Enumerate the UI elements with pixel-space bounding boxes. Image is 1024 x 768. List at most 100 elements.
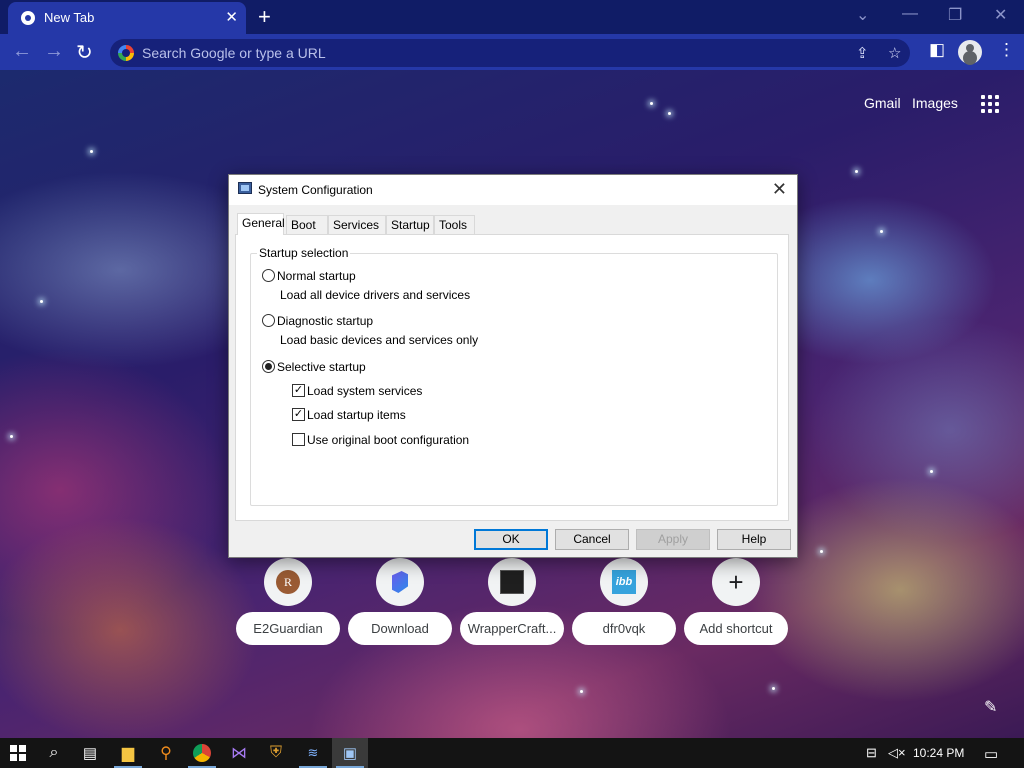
shortcut-e2guardian[interactable]: R E2Guardian [236,556,340,648]
shortcut-label: WrapperCraft... [460,612,564,645]
chrome-taskbar-icon[interactable] [184,738,220,768]
search-icon[interactable]: ⌕ [36,738,72,768]
gmail-link[interactable]: Gmail [864,95,901,111]
star [668,112,671,115]
close-tab-icon[interactable]: ✕ [225,8,238,26]
shortcut-icon-container: ibb [600,558,648,606]
load-startup-items-label[interactable]: Load startup items [307,408,406,422]
help-button[interactable]: Help [717,529,791,550]
google-apps-icon[interactable] [981,95,999,113]
bookmark-star-icon[interactable]: ☆ [888,44,901,62]
volume-muted-icon[interactable]: ◁× [888,745,906,761]
google-icon [118,45,134,61]
images-link[interactable]: Images [912,95,958,111]
load-system-services-checkbox[interactable]: ✓ [292,384,305,397]
side-panel-icon[interactable]: ◧ [929,40,945,60]
chrome-icon [193,744,211,762]
star [880,230,883,233]
shortcut-label: dfr0vqk [572,612,676,645]
selective-startup-label[interactable]: Selective startup [277,360,366,374]
omnibox[interactable]: ⇪ ☆ [110,39,910,67]
omnibox-input[interactable] [142,42,842,64]
shortcut-label: E2Guardian [236,612,340,645]
app-terminal-icon[interactable]: ≋ [295,738,331,768]
share-icon[interactable]: ⇪ [856,44,869,62]
tab-strip: New Tab ✕ + ⌄ — ❐ ✕ [0,0,1024,34]
tab-services[interactable]: Services [328,215,386,234]
shortcut-wrappercraft[interactable]: WrapperCraft... [460,556,564,648]
apply-button[interactable]: Apply [636,529,710,550]
app-shield-icon[interactable]: ⛨ [258,738,294,768]
notifications-icon[interactable]: ▭ [984,745,998,763]
r-favicon-icon: R [276,570,300,594]
reload-icon[interactable]: ↻ [76,40,93,65]
shortcut-dfr0vqk[interactable]: ibb dfr0vqk [572,556,676,648]
restore-icon[interactable]: ❐ [948,5,962,25]
general-tab-panel: Startup selection Normal startup Load al… [235,234,789,521]
task-view-icon[interactable]: ▤ [72,738,108,768]
dialog-title: System Configuration [258,183,373,197]
shortcut-icon-container [376,558,424,606]
menu-kebab-icon[interactable]: ⋮ [998,40,1015,60]
network-icon[interactable]: ⊟ [866,745,877,761]
tab-general[interactable]: General [237,213,285,235]
star [90,150,93,153]
new-tab-button[interactable]: + [258,4,271,30]
msconfig-icon [238,182,252,194]
start-button[interactable] [0,738,36,768]
star [10,435,13,438]
star [930,470,933,473]
shortcut-label: Download [348,612,452,645]
taskbar: ⌕ ▤ ▆ ⚲ ⋈ ⛨ ≋ ▣ ⊟ ◁× 10:24 PM ▭ [0,738,1024,768]
dialog-titlebar: System Configuration ✕ [229,175,797,205]
back-icon[interactable]: ← [12,40,32,63]
shortcut-download[interactable]: Download [348,556,452,648]
ibb-favicon-icon: ibb [612,570,636,594]
tab-boot[interactable]: Boot [286,215,328,234]
normal-startup-desc: Load all device drivers and services [280,288,471,302]
search-tool-icon[interactable]: ⚲ [148,738,184,768]
diagnostic-startup-label[interactable]: Diagnostic startup [277,314,373,328]
add-shortcut-button[interactable]: + Add shortcut [684,556,788,648]
windows-logo-icon [10,745,26,761]
normal-startup-radio[interactable] [262,269,275,282]
ok-button[interactable]: OK [474,529,548,550]
close-dialog-icon[interactable]: ✕ [772,179,787,200]
profile-avatar[interactable] [958,40,982,64]
taskbar-clock[interactable]: 10:24 PM [913,746,964,760]
system-configuration-dialog: System Configuration ✕ General Boot Serv… [228,174,798,558]
tab-startup[interactable]: Startup [386,215,434,234]
diagnostic-startup-radio[interactable] [262,314,275,327]
diagnostic-startup-desc: Load basic devices and services only [280,333,479,347]
minimize-icon[interactable]: — [902,5,918,23]
customize-pencil-icon[interactable]: ✎ [984,697,997,717]
cancel-button[interactable]: Cancel [555,529,629,550]
normal-startup-label[interactable]: Normal startup [277,269,356,283]
wrappercraft-favicon-icon [500,570,524,594]
star [855,170,858,173]
tab-search-icon[interactable]: ⌄ [856,5,869,25]
msconfig-taskbar-icon[interactable]: ▣ [332,738,368,768]
load-system-services-label[interactable]: Load system services [307,384,422,398]
forward-icon[interactable]: → [44,40,64,63]
download-favicon-icon [392,571,408,593]
load-startup-items-checkbox[interactable]: ✓ [292,408,305,421]
browser-toolbar: ← → ↻ ⇪ ☆ ◧ ⋮ [0,34,1024,70]
startup-selection-group: Startup selection Normal startup Load al… [250,246,778,506]
star [580,690,583,693]
selective-startup-radio[interactable] [262,360,275,373]
browser-tab[interactable]: New Tab ✕ [8,2,246,34]
tab-tools[interactable]: Tools [434,215,475,234]
use-original-boot-label[interactable]: Use original boot configuration [307,433,469,447]
star [40,300,43,303]
star [772,687,775,690]
file-explorer-icon[interactable]: ▆ [110,738,146,768]
star [820,550,823,553]
star [650,102,653,105]
close-window-icon[interactable]: ✕ [994,5,1007,25]
tab-title: New Tab [44,10,95,25]
visual-studio-icon[interactable]: ⋈ [221,738,257,768]
plus-icon: + [728,567,744,597]
use-original-boot-checkbox[interactable] [292,433,305,446]
shortcut-icon-container: R [264,558,312,606]
